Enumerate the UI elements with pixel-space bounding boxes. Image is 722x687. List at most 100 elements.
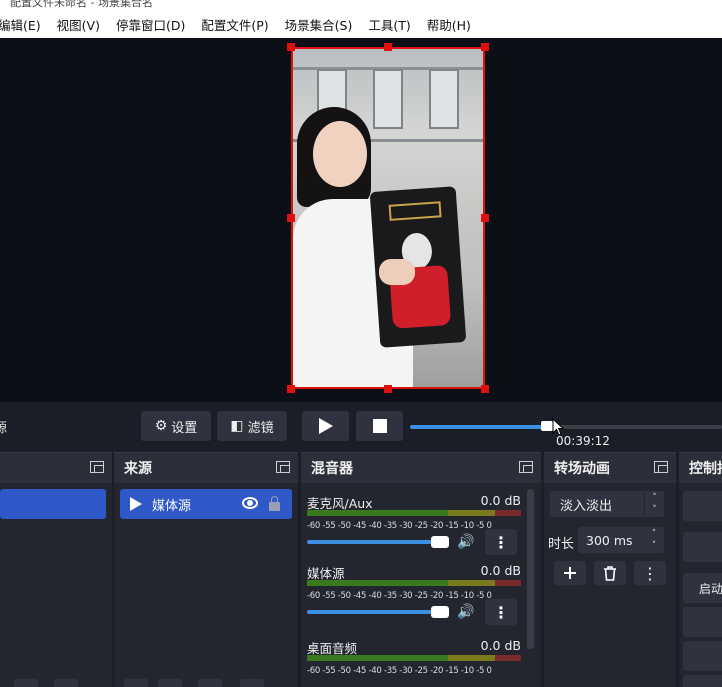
control-button-label: 启动 bbox=[699, 581, 722, 596]
channel-db: 0.0 dB bbox=[480, 638, 521, 653]
meter-ticks: -60 -55 -50 -45 -40 -35 -30 -25 -20 -15 … bbox=[307, 666, 492, 676]
duration-label: 时长 bbox=[548, 537, 575, 552]
decor bbox=[373, 69, 403, 129]
float-dock-icon[interactable] bbox=[276, 461, 290, 473]
mixer-dock: 混音器 麦克风/Aux 0.0 dB -60 -55 -50 -45 -40 -… bbox=[301, 452, 541, 687]
source-properties-button[interactable] bbox=[198, 679, 222, 687]
mixer-dock-header: 混音器 bbox=[301, 453, 541, 483]
controls-dock-title: 控制按 bbox=[689, 461, 722, 477]
source-move-button[interactable] bbox=[240, 679, 264, 687]
window-title: 配置文件未命名 - 场景集合名 bbox=[10, 0, 153, 9]
sources-dock-title: 来源 bbox=[124, 461, 152, 477]
duration-spinbox[interactable]: 300 ms ˄ ˅ bbox=[578, 527, 664, 553]
level-meter bbox=[307, 510, 521, 516]
transition-selected: 淡入淡出 bbox=[560, 498, 613, 514]
add-transition-button[interactable] bbox=[554, 561, 586, 585]
lock-icon[interactable] bbox=[269, 496, 280, 511]
mixer-scrollbar[interactable] bbox=[527, 489, 534, 649]
chevron-updown-icon[interactable]: ˄ ˅ bbox=[644, 527, 664, 553]
menu-scene-collection[interactable]: 场景集合(S) bbox=[285, 15, 353, 34]
speaker-icon[interactable]: 🔊 bbox=[457, 534, 474, 550]
filters-label: 滤镜 bbox=[247, 420, 274, 436]
add-source-button[interactable] bbox=[124, 679, 148, 687]
menu-bar: 编辑(E) 视图(V) 停靠窗口(D) 配置文件(P) 场景集合(S) 工具(T… bbox=[0, 10, 722, 38]
controls-dock: 控制按 启动 bbox=[679, 452, 722, 687]
sources-dock-header: 来源 bbox=[114, 453, 298, 483]
volume-slider[interactable] bbox=[307, 610, 443, 614]
scene-footer-button[interactable] bbox=[14, 679, 38, 687]
media-source-preview[interactable] bbox=[291, 47, 485, 389]
decor bbox=[388, 201, 442, 221]
scene-item-selected[interactable] bbox=[0, 489, 106, 519]
preview-canvas[interactable] bbox=[0, 38, 722, 402]
transitions-dock: 转场动画 淡入淡出 ˄ ˅ 时长 300 ms ˄ ˅ ⋮ bbox=[544, 452, 676, 687]
float-dock-icon[interactable] bbox=[519, 461, 533, 473]
resize-handle-tr[interactable] bbox=[481, 43, 489, 51]
seek-bar[interactable] bbox=[410, 425, 722, 429]
resize-handle-br[interactable] bbox=[481, 385, 489, 393]
resize-handle-bl[interactable] bbox=[287, 385, 295, 393]
seek-time-tooltip: 00:39:12 bbox=[556, 434, 610, 448]
eye-icon[interactable] bbox=[242, 497, 258, 509]
source-item-name: 媒体源 bbox=[152, 498, 192, 514]
mixer-dock-title: 混音器 bbox=[311, 461, 353, 477]
scenes-dock bbox=[0, 452, 112, 687]
transitions-dock-title: 转场动画 bbox=[554, 461, 610, 477]
filters-button[interactable]: ◧ 滤镜 bbox=[217, 411, 287, 441]
channel-db: 0.0 dB bbox=[480, 563, 521, 578]
resize-handle-right[interactable] bbox=[481, 214, 489, 222]
level-meter bbox=[307, 655, 521, 661]
decor bbox=[429, 69, 459, 129]
menu-view[interactable]: 视图(V) bbox=[57, 15, 100, 34]
gear-icon: ⚙ bbox=[154, 418, 168, 434]
stop-button[interactable] bbox=[356, 411, 403, 441]
sources-dock: 来源 媒体源 bbox=[114, 452, 298, 687]
control-button[interactable] bbox=[683, 641, 722, 671]
menu-profile[interactable]: 配置文件(P) bbox=[201, 15, 268, 34]
kebab-icon[interactable]: ⋮ bbox=[485, 529, 517, 555]
speaker-icon[interactable]: 🔊 bbox=[457, 604, 474, 620]
menu-docks[interactable]: 停靠窗口(D) bbox=[116, 15, 185, 34]
transition-menu-button[interactable]: ⋮ bbox=[634, 561, 666, 585]
resize-handle-top[interactable] bbox=[384, 43, 392, 51]
kebab-icon[interactable]: ⋮ bbox=[485, 599, 517, 625]
start-virtual-camera-button[interactable]: 启动 bbox=[683, 573, 722, 603]
duration-value: 300 ms bbox=[586, 532, 633, 548]
selected-source-label: 源 bbox=[0, 421, 8, 436]
level-meter bbox=[307, 580, 521, 586]
menu-edit[interactable]: 编辑(E) bbox=[0, 15, 41, 34]
scenes-dock-header bbox=[0, 453, 112, 483]
control-button[interactable] bbox=[683, 532, 722, 562]
resize-handle-bottom[interactable] bbox=[384, 385, 392, 393]
title-bar: 配置文件未命名 - 场景集合名 bbox=[0, 0, 722, 10]
volume-handle[interactable] bbox=[431, 536, 449, 548]
volume-handle[interactable] bbox=[431, 606, 449, 618]
volume-slider[interactable] bbox=[307, 540, 443, 544]
decor bbox=[313, 121, 367, 187]
menu-help[interactable]: 帮助(H) bbox=[427, 15, 471, 34]
source-toolbar: 源 ⚙ 设置 ◧ 滤镜 bbox=[0, 402, 722, 452]
stop-icon bbox=[372, 419, 387, 433]
source-item[interactable]: 媒体源 bbox=[120, 489, 292, 519]
control-button[interactable] bbox=[683, 675, 722, 687]
media-play-icon bbox=[130, 497, 142, 511]
remove-transition-button[interactable] bbox=[594, 561, 626, 585]
settings-button[interactable]: ⚙ 设置 bbox=[141, 411, 211, 441]
trash-icon bbox=[604, 565, 616, 581]
plus-icon bbox=[564, 567, 576, 579]
decor bbox=[379, 259, 415, 285]
resize-handle-left[interactable] bbox=[287, 214, 295, 222]
menu-tools[interactable]: 工具(T) bbox=[368, 15, 410, 34]
control-button[interactable] bbox=[683, 607, 722, 637]
resize-handle-tl[interactable] bbox=[287, 43, 295, 51]
chevron-updown-icon: ˄ ˅ bbox=[644, 491, 664, 517]
remove-source-button[interactable] bbox=[158, 679, 182, 687]
play-button[interactable] bbox=[302, 411, 349, 441]
float-dock-icon[interactable] bbox=[654, 461, 668, 473]
transition-select[interactable]: 淡入淡出 ˄ ˅ bbox=[550, 491, 664, 517]
scene-footer-button[interactable] bbox=[54, 679, 78, 687]
control-button[interactable] bbox=[683, 491, 722, 521]
channel-db: 0.0 dB bbox=[480, 493, 521, 508]
float-dock-icon[interactable] bbox=[90, 461, 104, 473]
settings-label: 设置 bbox=[171, 420, 198, 436]
